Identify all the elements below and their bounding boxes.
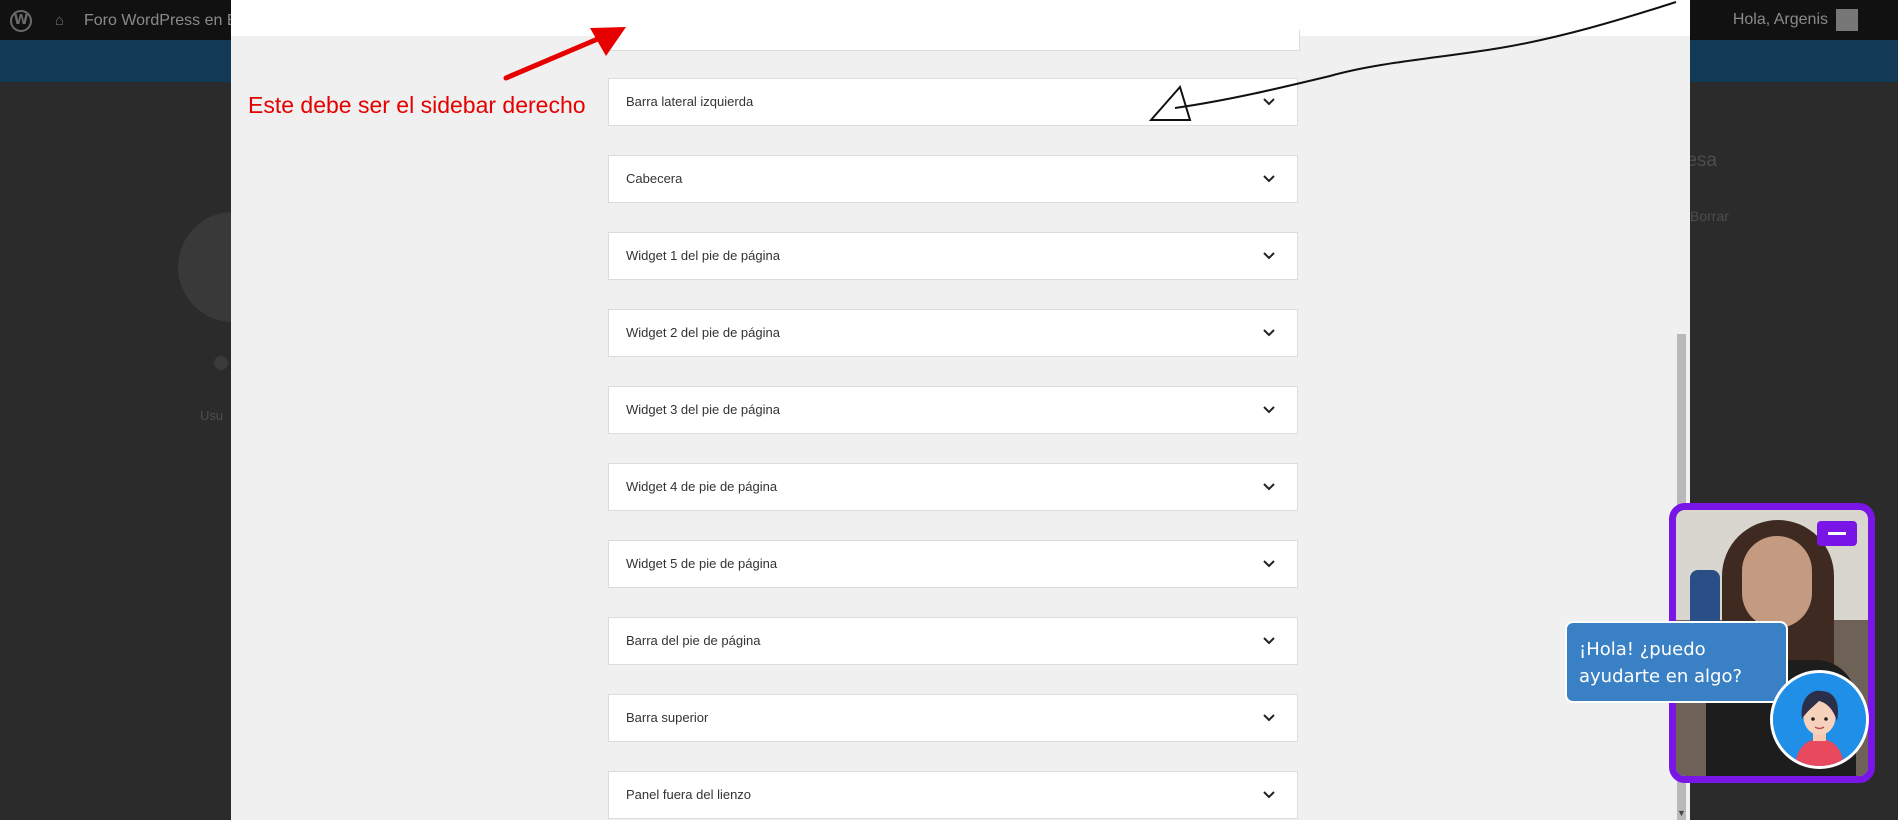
- hand-drawn-arrow-icon: [1148, 1, 1677, 121]
- chat-greeting-bubble[interactable]: ¡Hola! ¿puedo ayudarte en algo?: [1565, 621, 1788, 703]
- agent-illustration: [1773, 673, 1866, 766]
- minimize-icon: [1828, 532, 1846, 535]
- video-person-face: [1742, 536, 1812, 628]
- chat-greeting-text: ¡Hola! ¿puedo ayudarte en algo?: [1579, 639, 1743, 687]
- red-arrow-icon: [503, 27, 626, 81]
- agent-avatar-icon[interactable]: [1770, 670, 1869, 769]
- minimize-button[interactable]: [1817, 521, 1857, 546]
